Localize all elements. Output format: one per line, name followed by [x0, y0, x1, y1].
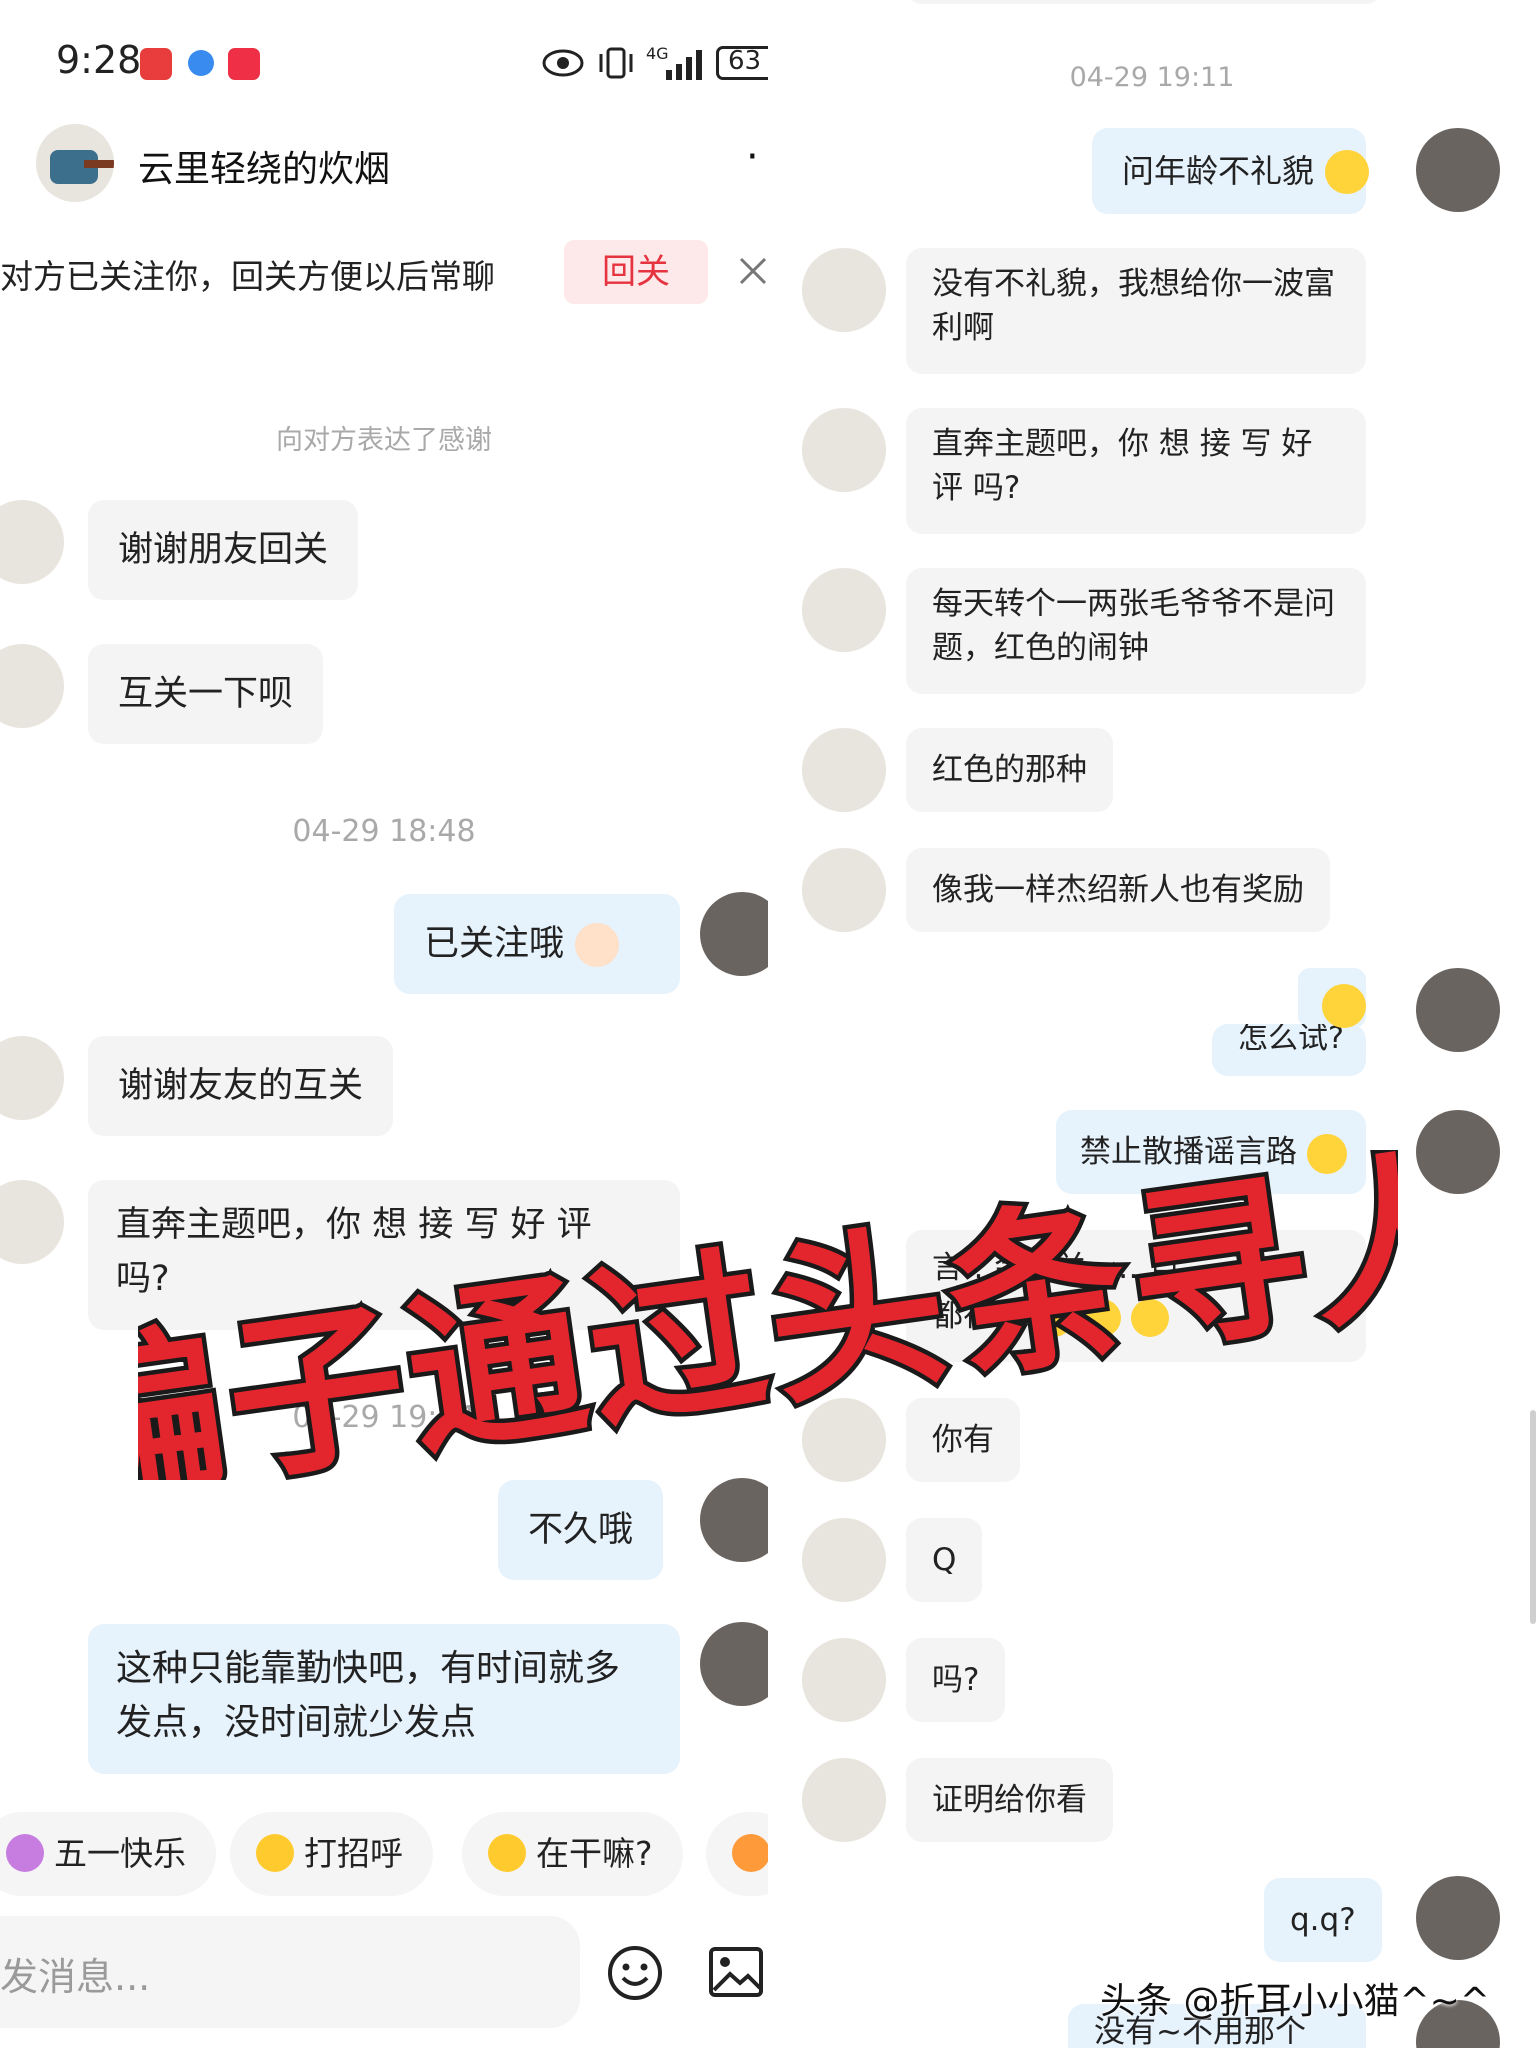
message-bubble[interactable]: 每天转个一两张毛爷爷不是问题，红色的闹钟: [906, 568, 1366, 694]
message-bubble[interactable]: 像我一样杰绍新人也有奖励: [906, 848, 1330, 932]
app-icon-huawei: [140, 48, 172, 80]
app-icon-browser: [188, 50, 214, 76]
message-bubble[interactable]: Q: [906, 1518, 983, 1602]
contact-avatar[interactable]: [36, 124, 114, 202]
message-bubble[interactable]: 这种只能靠勤快吧，有时间就多发点，没时间就少发点: [88, 1624, 680, 1774]
follow-banner: 对方已关注你，回关方便以后常聊 回关: [0, 222, 768, 328]
message-bubble[interactable]: 没有不礼貌，我想给你一波富利啊: [906, 248, 1366, 374]
eye-icon: [542, 49, 584, 77]
chat-panel-left: 9:28 4G 63 云里轻绕的炊烟 · 对方已关注你，回关方便以后常聊 回关: [0, 0, 768, 2048]
contact-avatar[interactable]: [802, 848, 886, 932]
message-text-line2: 都在做: [932, 1292, 1340, 1340]
blush-emoji-icon: [732, 1833, 768, 1872]
emoji-picker-icon[interactable]: [606, 1944, 664, 2002]
user-avatar[interactable]: [1416, 1110, 1500, 1194]
quick-reply-label: 五一快乐: [54, 1834, 186, 1873]
message-bubble-cropped: [906, 0, 1382, 4]
thinking-emoji-icon: [1325, 150, 1370, 194]
message-bubble[interactable]: q.q?: [1264, 1878, 1382, 1962]
message-bubble[interactable]: 谢谢友友的互关: [88, 1036, 394, 1136]
message-bubble[interactable]: 禁止散播谣言路: [1056, 1110, 1366, 1194]
watermark: 头条 @折耳小小猫^~^: [1100, 1981, 1490, 2022]
signal-icon: [666, 50, 702, 80]
battery-level: 63: [728, 46, 762, 76]
thinking-emoji-icon: [1322, 984, 1366, 1028]
follow-banner-text: 对方已关注你，回关方便以后常聊: [0, 257, 495, 296]
user-avatar[interactable]: [700, 1478, 768, 1562]
user-avatar[interactable]: [700, 892, 768, 976]
message-bubble[interactable]: 直奔主题吧，你 想 接 写 好 评 吗?: [88, 1180, 680, 1330]
contact-avatar[interactable]: [802, 248, 886, 332]
quick-reply-label: 打招呼: [304, 1834, 403, 1873]
thinking-emoji-icon: [488, 1833, 526, 1872]
heart-hand-emoji-icon: [575, 923, 620, 967]
message-text: 问年龄不礼貌: [1122, 152, 1315, 190]
message-bubble[interactable]: 红色的那种: [906, 728, 1113, 812]
vibrate-icon: [599, 47, 633, 79]
message-input-placeholder: 发消息...: [0, 1955, 151, 1999]
timestamp: 04-29 19:04: [292, 1400, 476, 1435]
status-time: 9:28: [56, 38, 142, 82]
message-bubble[interactable]: 言…会…关，…自 都在做: [906, 1230, 1366, 1362]
quick-reply-chip[interactable]: 在干嘛?: [462, 1812, 683, 1896]
message-text: 已关注哦: [424, 924, 565, 964]
more-button[interactable]: ·: [746, 134, 759, 180]
flower-emoji-icon: [6, 1833, 44, 1872]
message-bubble[interactable]: 怎么试?: [1212, 1024, 1366, 1076]
laugh-cry-emoji-icon: [1082, 1298, 1121, 1337]
message-bubble[interactable]: 不久哦: [498, 1480, 664, 1580]
screenshot-collage: 9:28 4G 63 云里轻绕的炊烟 · 对方已关注你，回关方便以后常聊 回关: [0, 0, 1536, 2048]
image-picker-icon[interactable]: [708, 1946, 764, 1998]
message-input[interactable]: 发消息...: [0, 1916, 580, 2028]
quick-reply-chip[interactable]: 打招呼: [230, 1812, 433, 1896]
contact-avatar[interactable]: [802, 1638, 886, 1722]
message-text: 怎么试?: [1238, 1024, 1344, 1056]
user-avatar[interactable]: [1416, 1876, 1500, 1960]
user-avatar[interactable]: [1416, 128, 1500, 212]
contact-avatar[interactable]: [0, 1036, 64, 1120]
contact-avatar[interactable]: [0, 500, 64, 584]
timestamp: 04-29 19:11: [1069, 62, 1235, 93]
message-bubble[interactable]: 直奔主题吧，你 想 接 写 好 评 吗?: [906, 408, 1366, 534]
follow-back-label: 回关: [602, 252, 670, 292]
contact-avatar[interactable]: [0, 644, 64, 728]
quick-reply-chip[interactable]: [706, 1812, 768, 1896]
message-bubble[interactable]: 吗?: [906, 1638, 1006, 1722]
timestamp: 04-29 18:48: [292, 814, 476, 849]
contact-avatar[interactable]: [802, 408, 886, 492]
message-bubble[interactable]: 已关注哦: [394, 894, 680, 994]
message-text: 言…会…关，…自: [932, 1250, 1180, 1286]
system-note: 向对方表达了感谢: [276, 425, 492, 456]
message-bubble[interactable]: 问年龄不礼貌: [1092, 128, 1370, 214]
contact-avatar[interactable]: [802, 728, 886, 812]
wave-emoji-icon: [256, 1833, 294, 1872]
message-bubble[interactable]: 证明给你看: [906, 1758, 1113, 1842]
contact-name: 云里轻绕的炊烟: [138, 149, 391, 190]
user-avatar[interactable]: [700, 1622, 768, 1706]
chat-header: 云里轻绕的炊烟 ·: [0, 110, 768, 220]
grin-emoji-icon: [1306, 1133, 1347, 1174]
status-bar: 9:28 4G 63: [0, 0, 768, 110]
app-icon-xiaohongshu: [228, 48, 260, 80]
message-bubble[interactable]: 你有: [906, 1398, 1020, 1482]
user-avatar[interactable]: [1416, 968, 1500, 1052]
composer-bar: 发消息...: [0, 1916, 768, 2048]
scrollbar-thumb[interactable]: [1530, 1410, 1536, 1624]
laugh-cry-emoji-icon: [1130, 1298, 1169, 1337]
close-icon[interactable]: [738, 256, 768, 286]
contact-avatar[interactable]: [802, 1518, 886, 1602]
chat-panel-right: 04-29 19:11 问年龄不礼貌 没有不礼貌，我想给你一波富利啊 直奔主题吧…: [768, 0, 1536, 2048]
quick-reply-chip[interactable]: 五一快乐: [0, 1812, 216, 1896]
contact-avatar[interactable]: [802, 1758, 886, 1842]
quick-reply-label: 在干嘛?: [536, 1834, 653, 1873]
contact-avatar[interactable]: [802, 1398, 886, 1482]
contact-avatar[interactable]: [802, 568, 886, 652]
message-text: 禁止散播谣言路: [1080, 1134, 1297, 1170]
message-bubble[interactable]: 互关一下呗: [88, 644, 324, 744]
follow-back-button[interactable]: 回关: [564, 240, 708, 304]
contact-avatar[interactable]: [0, 1180, 64, 1264]
message-bubble[interactable]: 谢谢朋友回关: [88, 500, 359, 600]
laugh-cry-emoji-icon: [1034, 1298, 1073, 1337]
